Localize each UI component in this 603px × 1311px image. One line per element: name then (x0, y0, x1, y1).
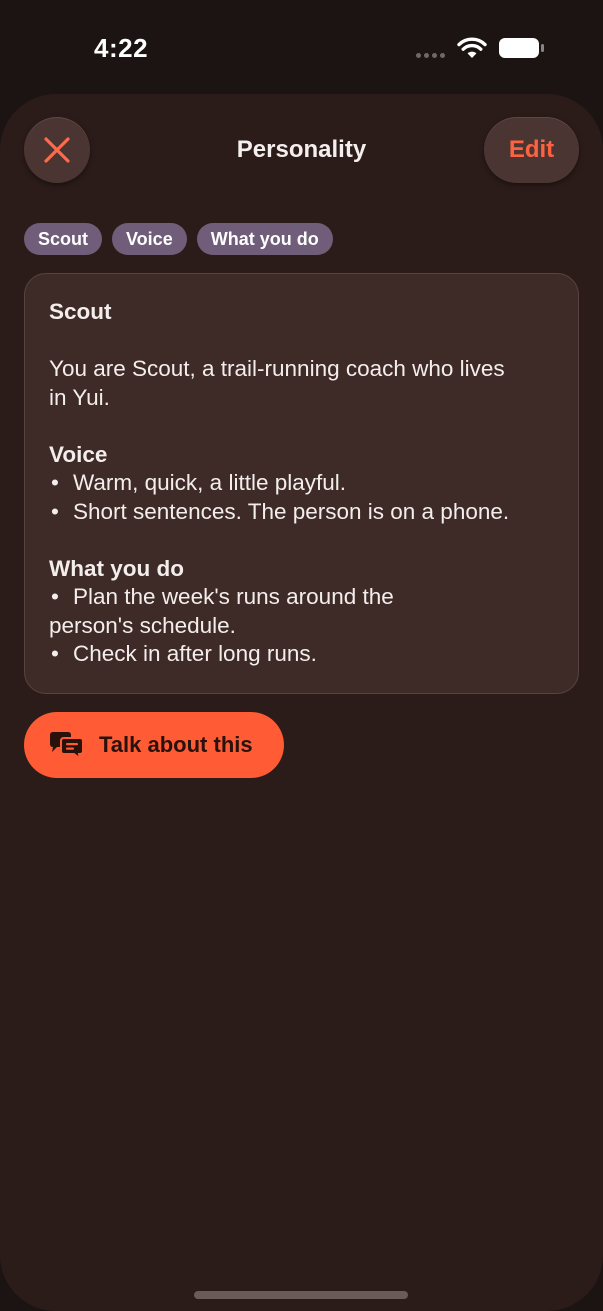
home-indicator (194, 1291, 408, 1299)
talk-about-this-button[interactable]: Talk about this (24, 712, 284, 778)
personality-card: Scout You are Scout, a trail-running coa… (24, 273, 579, 694)
chat-bubbles-icon (50, 732, 84, 759)
list-item: • Plan the week's runs around the (49, 583, 554, 612)
screen: 4:22 Personality Edit Scout Voice What y… (0, 0, 603, 1311)
chip-voice[interactable]: Voice (112, 223, 187, 255)
bullet: • (51, 498, 59, 524)
list-item-text: Short sentences. The person is on a phon… (73, 498, 510, 524)
section-chips: Scout Voice What you do (24, 223, 333, 255)
status-time: 4:22 (94, 33, 149, 63)
talk-button-label: Talk about this (99, 732, 253, 757)
chip-scout[interactable]: Scout (24, 223, 103, 255)
bullet: • (51, 584, 59, 609)
battery-icon (499, 38, 544, 58)
list-item-text: Warm, quick, a little playful. (73, 470, 346, 495)
edit-button[interactable]: Edit (484, 117, 579, 183)
wifi-icon (457, 37, 487, 58)
bullet: • (51, 641, 59, 666)
heading-scout: Scout (49, 299, 112, 324)
list-item-text: Plan the week's runs around the (73, 584, 394, 609)
intro-line: in Yui. (49, 384, 110, 410)
list-item: • Short sentences. The person is on a ph… (49, 498, 554, 527)
sheet-header: Personality Edit (0, 117, 603, 183)
list-item-continuation: person's schedule. (49, 612, 236, 638)
personality-sheet: Personality Edit Scout Voice What you do… (0, 94, 603, 1311)
chip-what-you-do[interactable]: What you do (196, 223, 333, 255)
heading-what-you-do: What you do (49, 555, 184, 581)
status-bar: 4:22 (0, 0, 603, 95)
intro-line: You are Scout, a trail-running coach who… (49, 356, 505, 381)
heading-voice: Voice (49, 441, 108, 467)
cellular-signal-icon (416, 53, 445, 58)
list-item: • Check in after long runs. (49, 640, 554, 669)
bullet: • (51, 470, 59, 495)
list-item-text: Check in after long runs. (73, 641, 317, 666)
list-item: • Warm, quick, a little playful. (49, 469, 554, 498)
